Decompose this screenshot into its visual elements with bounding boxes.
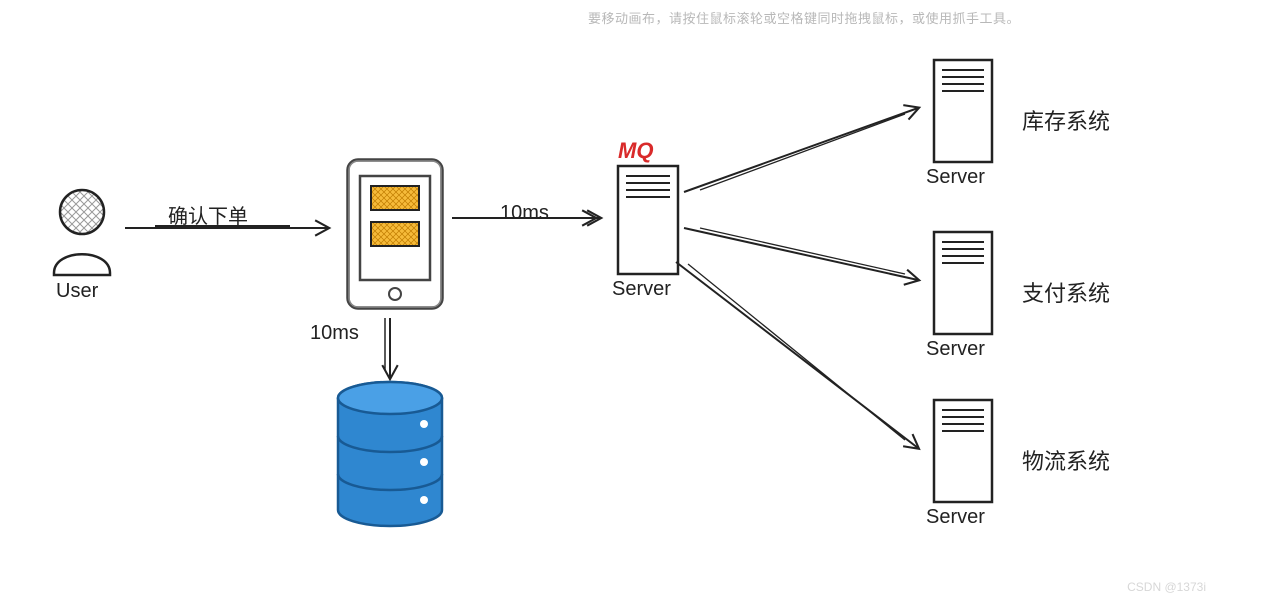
logistics-server-icon — [934, 400, 992, 502]
arrow-mq-to-logistics — [676, 262, 918, 448]
user-label: User — [56, 280, 98, 303]
payment-server-label: Server — [926, 338, 985, 361]
payment-system-label: 支付系统 — [1022, 276, 1110, 308]
payment-server-icon — [934, 232, 992, 334]
arrow-mq-to-inventory — [684, 108, 918, 192]
latency-to-db-label: 10ms — [310, 322, 359, 345]
database-icon — [338, 382, 442, 526]
mq-server-label: Server — [612, 278, 671, 301]
mq-server-icon — [618, 166, 678, 274]
arrow-phone-to-db — [385, 318, 390, 378]
inventory-system-label: 库存系统 — [1022, 104, 1110, 136]
phone-device-icon — [348, 160, 442, 308]
logistics-server-label: Server — [926, 506, 985, 529]
inventory-server-icon — [934, 60, 992, 162]
inventory-server-label: Server — [926, 166, 985, 189]
confirm-order-label: 确认下单 — [168, 200, 248, 229]
mq-label: MQ — [618, 138, 653, 164]
logistics-system-label: 物流系统 — [1022, 444, 1110, 476]
user-icon — [54, 190, 110, 275]
latency-to-mq-label: 10ms — [500, 202, 549, 225]
arrow-mq-to-payment — [684, 228, 918, 280]
watermark: CSDN @1373i — [1127, 580, 1206, 594]
